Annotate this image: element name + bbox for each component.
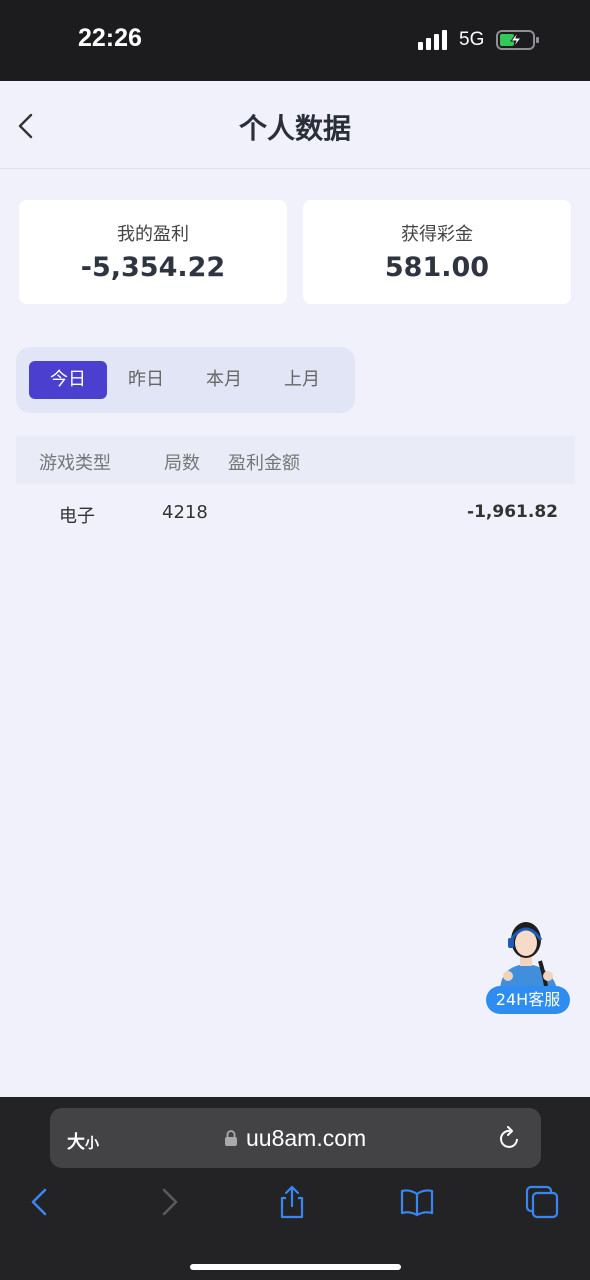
cell-profit-amount: -1,961.82 — [467, 502, 558, 522]
profit-label: 我的盈利 — [117, 224, 189, 245]
profit-card: 我的盈利 -5,354.22 — [19, 200, 287, 304]
text-size-button[interactable]: 大小 — [67, 1128, 99, 1154]
reload-icon[interactable] — [498, 1125, 522, 1151]
bonus-card: 获得彩金 581.00 — [303, 200, 571, 304]
address-bar[interactable]: 大小 uu8am.com — [50, 1108, 541, 1168]
cell-game-type: 电子 — [59, 506, 95, 527]
col-rounds: 局数 — [164, 453, 200, 474]
cell-rounds: 4218 — [162, 502, 208, 523]
page-header: 个人数据 — [0, 81, 590, 169]
bonus-label: 获得彩金 — [401, 224, 473, 245]
url-text: uu8am.com — [246, 1125, 367, 1151]
customer-service-button[interactable]: 24H客服 — [486, 916, 572, 1016]
period-tabs: 今日 昨日 本月 上月 — [16, 347, 355, 413]
tabs-icon[interactable] — [525, 1185, 559, 1219]
browser-toolbar: 大小 uu8am.com — [0, 1097, 590, 1280]
tab-this-month[interactable]: 本月 — [185, 361, 263, 399]
network-label: 5G — [459, 29, 485, 50]
browser-forward-icon[interactable] — [152, 1185, 186, 1219]
share-icon[interactable] — [275, 1185, 309, 1219]
table-header: 游戏类型 局数 盈利金额 — [16, 436, 575, 484]
tab-today[interactable]: 今日 — [29, 361, 107, 399]
tab-last-month[interactable]: 上月 — [263, 361, 341, 399]
browser-back-icon[interactable] — [23, 1185, 57, 1219]
bonus-value: 581.00 — [384, 252, 490, 283]
tab-yesterday[interactable]: 昨日 — [107, 361, 185, 399]
bookmarks-icon[interactable] — [400, 1185, 434, 1219]
battery-charging-icon — [496, 30, 539, 50]
text-size-big: 大 — [67, 1132, 85, 1152]
status-time: 22:26 — [78, 24, 142, 52]
text-size-small: 小 — [85, 1135, 99, 1151]
lock-icon — [225, 1130, 237, 1146]
page-title: 个人数据 — [238, 112, 351, 145]
col-game-type: 游戏类型 — [39, 453, 111, 474]
table-row: 电子 4218 -1,961.82 — [16, 490, 575, 536]
status-bar: 22:26 5G — [0, 0, 590, 81]
home-indicator — [190, 1264, 401, 1270]
agent-avatar-icon — [500, 922, 558, 992]
col-profit-amount: 盈利金额 — [228, 453, 300, 474]
customer-service-label: 24H客服 — [486, 986, 570, 1014]
profit-value: -5,354.22 — [80, 252, 226, 283]
signal-icon — [418, 30, 450, 50]
